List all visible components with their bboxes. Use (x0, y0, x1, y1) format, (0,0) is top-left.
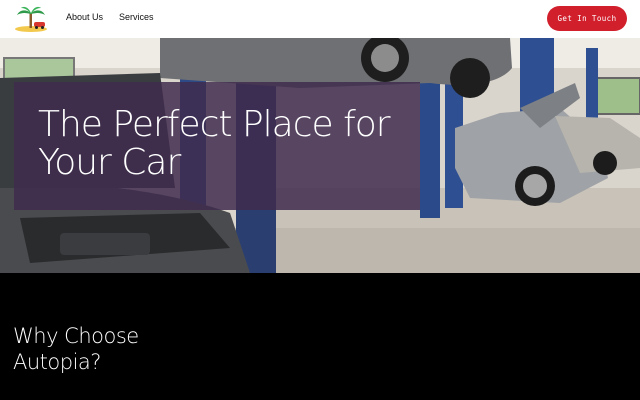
palm-tree-logo-icon[interactable] (14, 5, 48, 33)
nav-services[interactable]: Services (119, 12, 154, 22)
site-header: About Us Services Get In Touch (0, 0, 640, 38)
why-section: Why Choose Autopia? (0, 273, 640, 400)
get-in-touch-button[interactable]: Get In Touch (547, 6, 627, 31)
why-choose-heading: Why Choose Autopia? (13, 324, 139, 374)
nav-about-us[interactable]: About Us (66, 12, 103, 22)
main-nav: About Us Services (66, 12, 154, 22)
hero-section: The Perfect Place for Your Car (0, 38, 640, 273)
hero-title: The Perfect Place for Your Car (38, 104, 391, 183)
